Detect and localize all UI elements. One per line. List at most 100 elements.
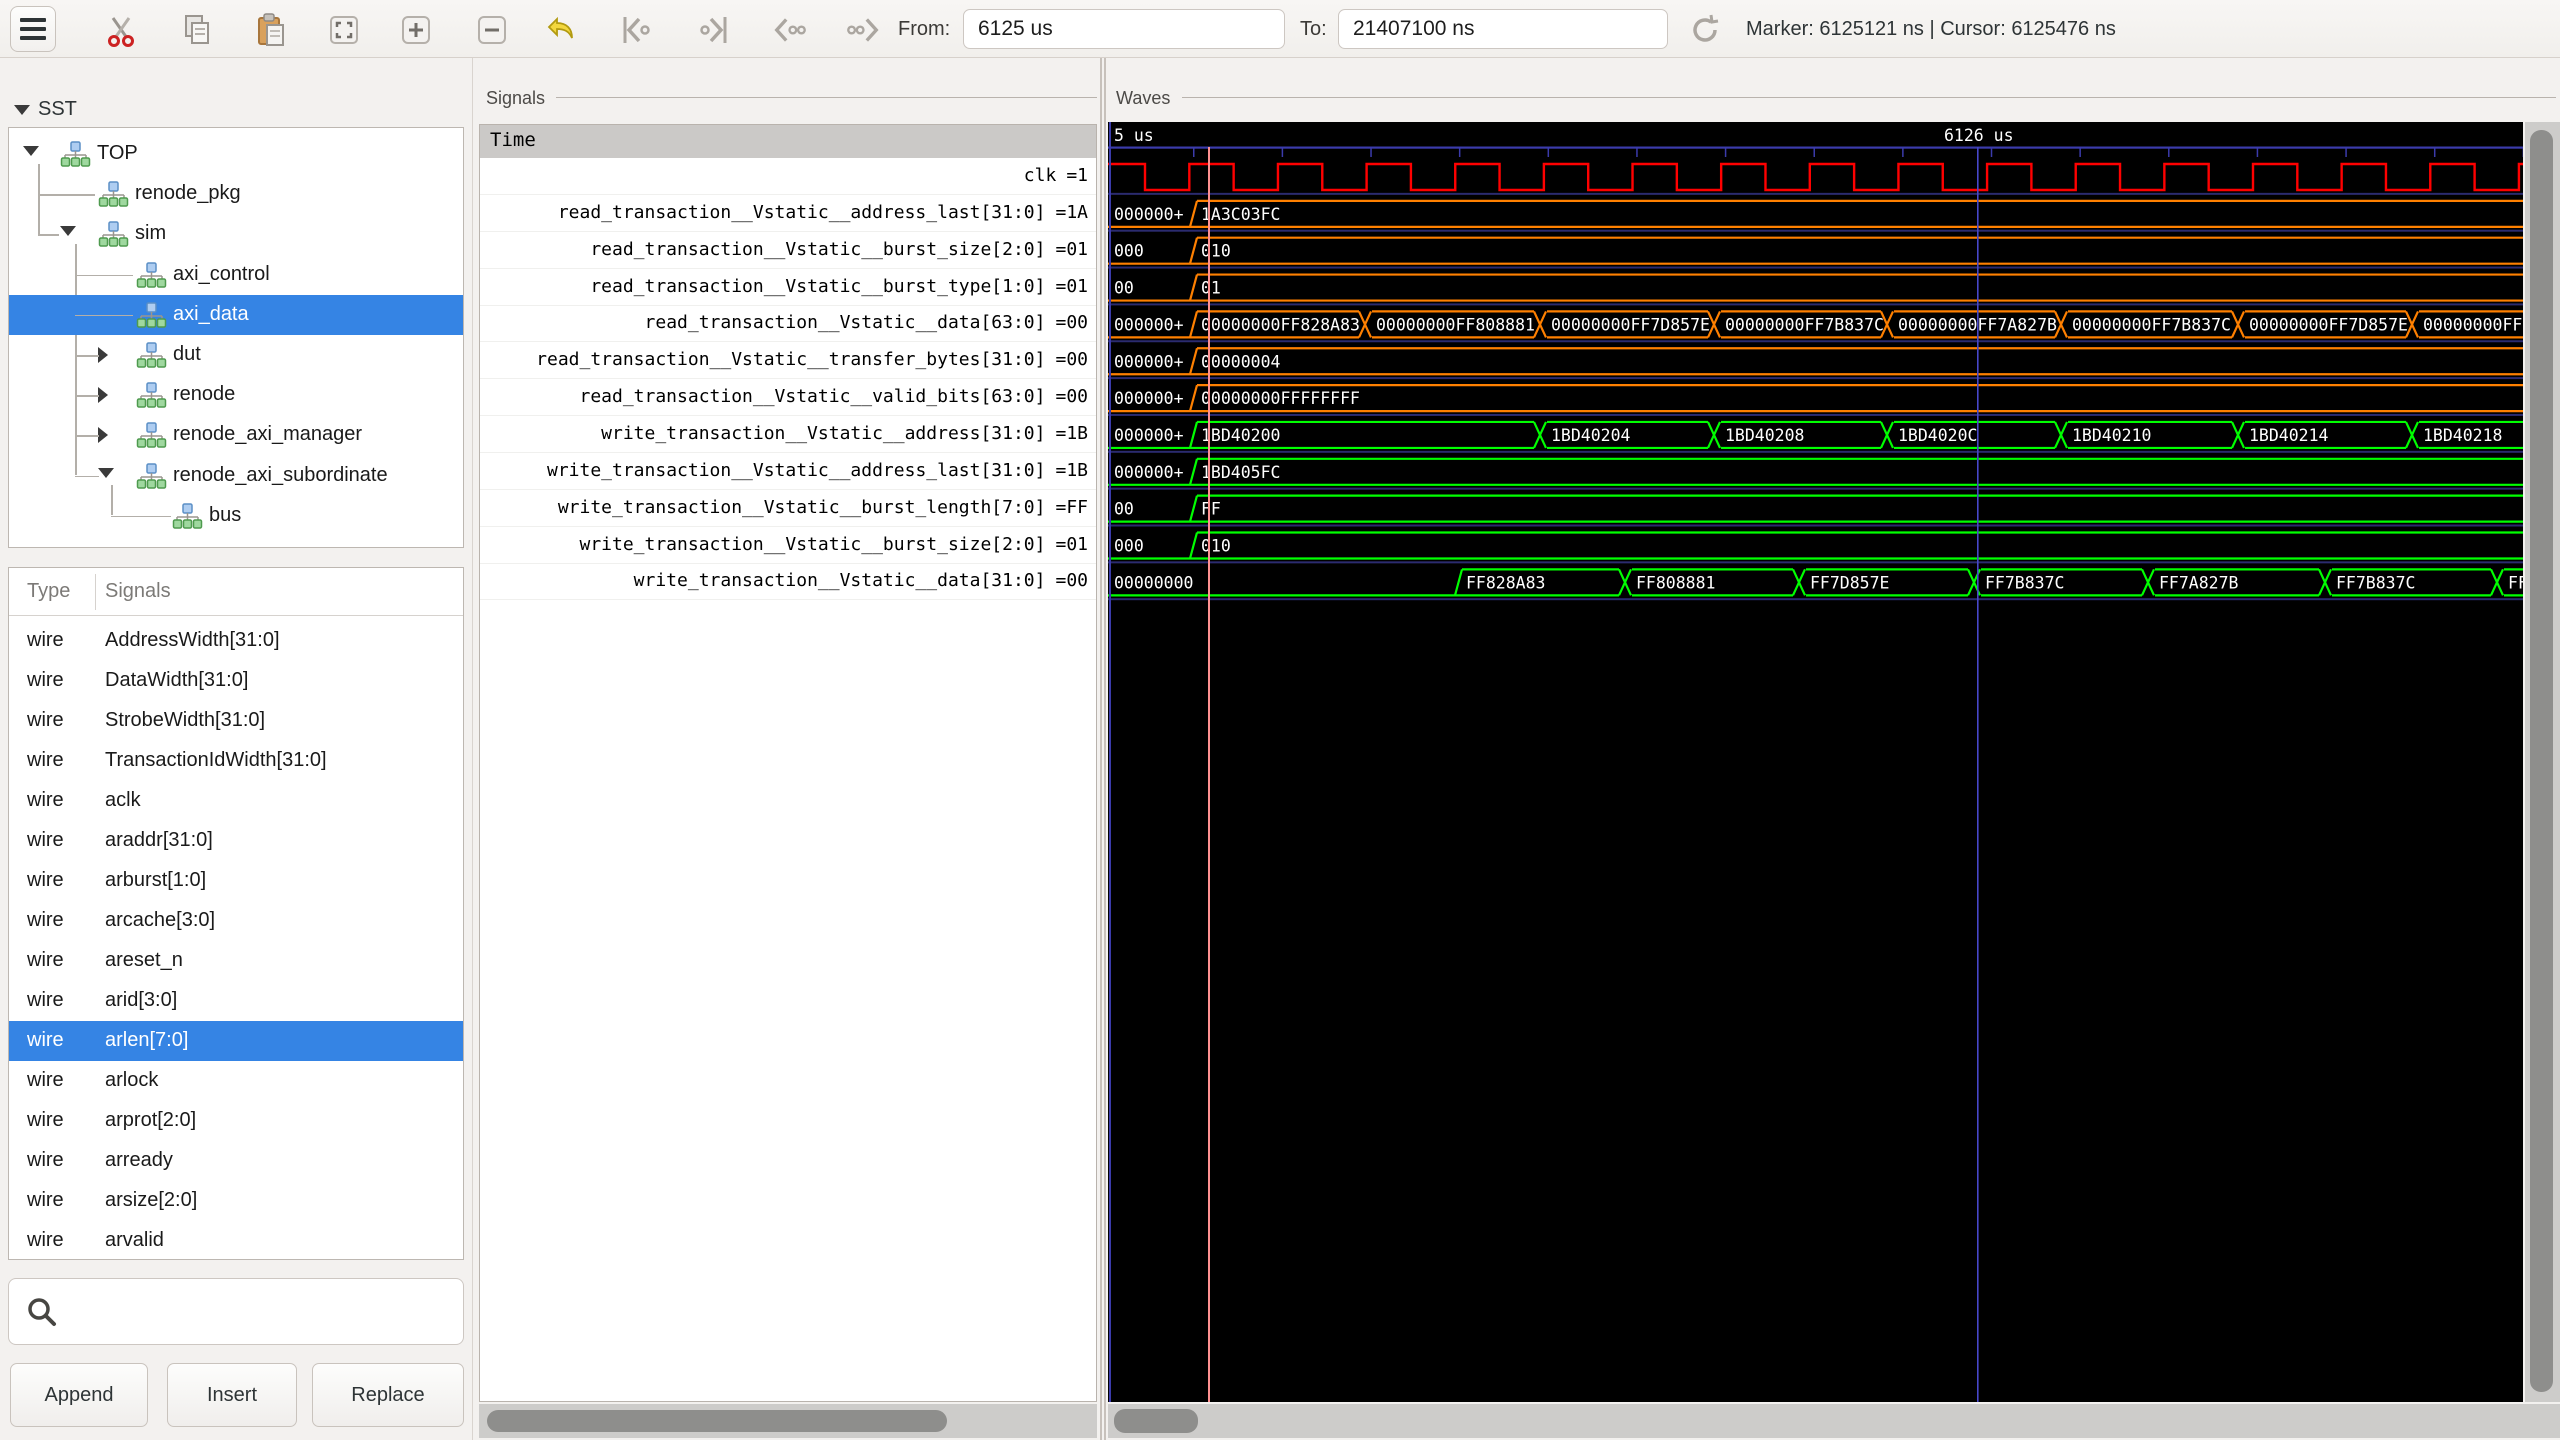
chevron-right-icon[interactable] [98,427,108,444]
waves-vscrollbar-thumb[interactable] [2530,130,2553,1392]
table-row-araddr[31:0][interactable]: wire araddr[31:0] [9,821,463,861]
signal-type: wire [27,1229,64,1251]
trace-value: =01 [1055,533,1088,555]
paste-button[interactable] [252,11,290,49]
trace-row-write_transaction__Vstatic__burst_length[7:0][interactable]: write_transaction__Vstatic__burst_length… [480,490,1096,527]
waveform-canvas[interactable]: 5 us 6126 us 000000+ 1A3C03FC 000 010 00 01 0000… [1108,122,2532,1402]
reload-icon [1693,14,1719,42]
signal-search-input[interactable] [71,1281,463,1342]
tree-item-bus[interactable]: bus [9,496,463,536]
zoom-out-button[interactable] [473,11,511,49]
table-row-TransactionIdWidth[31:0][interactable]: wire TransactionIdWidth[31:0] [9,741,463,781]
chevron-right-icon[interactable] [98,387,108,404]
signal-name: DataWidth[31:0] [105,669,249,691]
table-row-arsize[2:0][interactable]: wire arsize[2:0] [9,1181,463,1221]
append-button[interactable]: Append [10,1363,148,1427]
table-row-arvalid[interactable]: wire arvalid [9,1221,463,1259]
chevron-down-icon[interactable] [60,226,76,237]
wave-value-text: 000 [1114,242,1144,261]
table-row-arburst[1:0][interactable]: wire arburst[1:0] [9,861,463,901]
go-to-end-button[interactable] [694,11,732,49]
undo-button[interactable] [541,11,579,49]
trace-row-write_transaction__Vstatic__burst_size[2:0][interactable]: write_transaction__Vstatic__burst_size[2… [480,527,1096,564]
to-input[interactable] [1338,9,1668,49]
signals-hscrollbar[interactable] [479,1404,1097,1438]
row-separator [1108,487,2523,490]
signal-type: wire [27,1189,64,1211]
chevron-down-icon[interactable] [23,146,39,156]
signals-waves-splitter[interactable] [1100,58,1102,1440]
table-row-arid[3:0][interactable]: wire arid[3:0] [9,981,463,1021]
table-row-arcache[3:0][interactable]: wire arcache[3:0] [9,901,463,941]
waves-hscrollbar[interactable] [1108,1404,2560,1438]
tree-connector-line [75,274,133,277]
trace-row-clk[interactable]: clk =1 [480,158,1096,195]
paste-icon [258,13,284,46]
timeline-tick [1193,148,1195,157]
chevron-right-icon[interactable] [98,347,108,363]
insert-button[interactable]: Insert [167,1363,297,1427]
trace-row-read_transaction__Vstatic__burst_type[1:0][interactable]: read_transaction__Vstatic__burst_type[1:… [480,269,1096,306]
timeline-tick [1370,148,1372,157]
signal-name: arlen[7:0] [105,1029,189,1051]
tree-item-sim[interactable]: sim [9,214,463,254]
wave-value-text: 000000+ [1114,389,1184,408]
reload-button[interactable] [1686,11,1724,49]
go-to-start-button[interactable] [618,11,656,49]
trace-row-write_transaction__Vstatic__address[31:0][interactable]: write_transaction__Vstatic__address[31:0… [480,416,1096,453]
signals-hscrollbar-thumb[interactable] [487,1410,947,1432]
copy-button[interactable] [177,11,215,49]
table-row-areset_n[interactable]: wire areset_n [9,941,463,981]
clock-wave [1108,162,2523,192]
table-row-arprot[2:0][interactable]: wire arprot[2:0] [9,1101,463,1141]
signal-name: arsize[2:0] [105,1189,198,1211]
wave-value-text: 00000000FF7B837C [1725,315,1884,334]
left-splitter[interactable] [472,58,473,1440]
zoom-fit-button[interactable] [325,11,363,49]
replace-button[interactable]: Replace [312,1363,464,1427]
cut-button[interactable] [102,11,140,49]
step-forward-button[interactable] [844,11,882,49]
signal-type: wire [27,909,64,931]
trace-row-read_transaction__Vstatic__data[63:0][interactable]: read_transaction__Vstatic__data[63:0] =00 [480,305,1096,343]
copy-icon [185,15,209,44]
waveform-svg: 5 us 6126 us000000+ 1A3C03FC000 01000 010000… [1108,122,2532,1402]
table-row-StrobeWidth[31:0][interactable]: wire StrobeWidth[31:0] [9,701,463,741]
trace-name: write_transaction__Vstatic__burst_size[2… [579,533,1046,555]
wave-value-text: 00 [1114,500,1134,519]
row-separator [1108,340,2523,343]
tree-item-TOP[interactable]: TOP [9,134,463,174]
zoom-in-button[interactable] [397,11,435,49]
tree-connector-line [75,355,99,357]
trace-value: =01 [1055,238,1088,260]
wave-value-text: 00000000FF7 [2423,315,2523,334]
waves-vscrollbar[interactable] [2525,122,2560,1402]
type-column-header: Type [27,580,71,602]
trace-row-read_transaction__Vstatic__valid_bits[63:0][interactable]: read_transaction__Vstatic__valid_bits[63… [480,379,1096,417]
signal-name: StrobeWidth[31:0] [105,709,266,731]
module-icon [136,302,167,328]
table-row-AddressWidth[31:0][interactable]: wire AddressWidth[31:0] [9,621,463,661]
zoom-out-icon [478,16,506,44]
trace-row-write_transaction__Vstatic__data[31:0][interactable]: write_transaction__Vstatic__data[31:0] =0… [480,563,1096,601]
from-input[interactable] [963,9,1285,49]
trace-row-write_transaction__Vstatic__address_last[31:0][interactable]: write_transaction__Vstatic__address_last… [480,453,1096,490]
bus-transition [1453,569,1464,596]
table-row-aclk[interactable]: wire aclk [9,781,463,821]
step-back-button[interactable] [771,11,809,49]
table-row-DataWidth[31:0][interactable]: wire DataWidth[31:0] [9,661,463,701]
chevron-down-icon[interactable] [98,467,114,478]
trace-row-read_transaction__Vstatic__address_last[31:0][interactable]: read_transaction__Vstatic__address_last[… [480,195,1096,232]
menu-button[interactable] [10,6,56,52]
waves-hscrollbar-thumb[interactable] [1114,1409,1198,1433]
wave-value-text: FF7B837C [1985,573,2064,592]
tree-item-label: renode_axi_manager [173,423,363,446]
sst-expander[interactable]: SST [14,98,77,121]
trace-row-read_transaction__Vstatic__burst_size[2:0][interactable]: read_transaction__Vstatic__burst_size[2:… [480,232,1096,269]
wave-value-text: 000000+ [1114,352,1184,371]
table-row-arready[interactable]: wire arready [9,1141,463,1181]
table-row-arlen[7:0][interactable]: wire arlen[7:0] [9,1021,463,1061]
trace-row-read_transaction__Vstatic__transfer_bytes[31:0][interactable]: read_transaction__Vstatic__transfer_byte… [480,342,1096,380]
module-icon [98,221,129,248]
table-row-arlock[interactable]: wire arlock [9,1061,463,1101]
